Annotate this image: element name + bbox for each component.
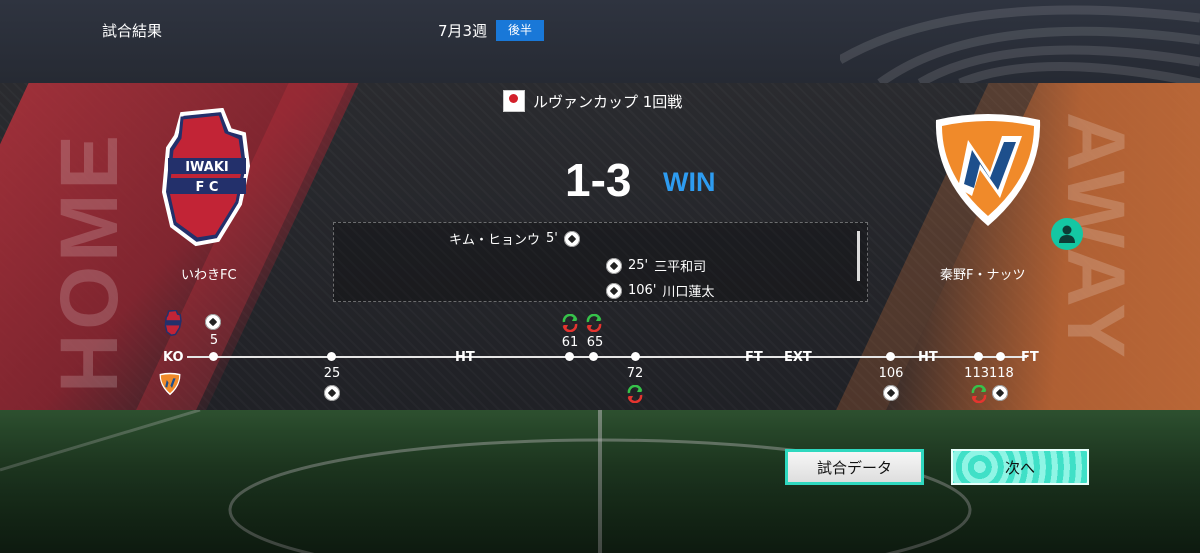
timeline-event-dot: [886, 352, 895, 361]
home-mini-crest: [164, 310, 182, 336]
away-event-minute: 25: [323, 366, 341, 381]
final-score: 1-3: [565, 154, 632, 206]
match-week: 7月3週: [438, 22, 488, 40]
substitution-icon: [562, 314, 578, 332]
home-event-minute: 5: [209, 333, 219, 348]
scorer-row: 106' 川口蓮太: [606, 281, 714, 300]
timeline-event-dot: [631, 352, 640, 361]
screen-title: 試合結果: [102, 22, 163, 40]
next-button[interactable]: 次へ: [951, 449, 1089, 485]
ball-icon: [606, 282, 622, 299]
substitution-icon: [971, 385, 987, 403]
scorer-minute: 106': [628, 283, 657, 298]
scorer-row: キム・ヒョンウ 5': [449, 229, 580, 248]
timeline-event-dot: [996, 352, 1005, 361]
scorer-minute: 5': [546, 231, 558, 246]
goal-ball-icon: [324, 385, 340, 401]
timeline-extra-halftime: HT: [918, 350, 938, 365]
scorer-name: キム・ヒョンウ: [449, 233, 541, 248]
scorers-panel: キム・ヒョンウ 5' 25' 三平和司 106' 川口蓮太: [333, 222, 868, 302]
timeline-halftime: HT: [455, 350, 475, 365]
competition-name: ルヴァンカップ 1回戦: [533, 92, 683, 111]
timeline-fulltime: FT: [745, 350, 763, 365]
away-mini-crest: [159, 372, 181, 396]
timeline-event-dot: [589, 352, 598, 361]
away-event-minute: 106: [878, 366, 904, 381]
scorer-name: 三平和司: [654, 260, 707, 275]
timeline-extra-fulltime: FT: [1021, 350, 1039, 365]
timeline-event-dot: [209, 352, 218, 361]
decorative-swirl: [840, 5, 1200, 83]
ball-icon: [606, 257, 622, 274]
away-team-name: 秦野F・ナッツ: [940, 268, 1026, 283]
timeline-kickoff: KO: [163, 350, 184, 365]
substitution-icon: [586, 314, 602, 332]
timeline-event-dot: [974, 352, 983, 361]
home-team-crest: IWAKI F C: [161, 108, 250, 247]
person-icon: [1059, 225, 1075, 243]
timeline-event-dot: [327, 352, 336, 361]
competition-title: ルヴァンカップ 1回戦: [503, 90, 682, 112]
away-team-crest: [935, 114, 1041, 226]
top-bar: [0, 0, 1200, 83]
home-team-name: いわきFC: [181, 268, 237, 283]
goal-ball-icon: [992, 385, 1008, 401]
goal-ball-icon: [205, 314, 221, 330]
scroll-indicator: [857, 231, 860, 281]
scorer-row: 25' 三平和司: [606, 256, 706, 275]
match-result: WIN: [663, 167, 716, 197]
timeline-event-dot: [565, 352, 574, 361]
substitution-icon: [627, 385, 643, 403]
cup-logo-icon: [503, 90, 525, 112]
timeline-line: [187, 356, 1027, 358]
timeline-extra-time: EXT: [784, 350, 812, 365]
away-event-minute: 72: [626, 366, 644, 381]
away-event-minute: 118: [989, 366, 1014, 381]
scorer-minute: 25': [628, 258, 649, 273]
ball-icon: [563, 230, 580, 247]
home-side-label: HOME: [44, 131, 135, 393]
crest-text-1: IWAKI: [185, 160, 229, 175]
match-data-button[interactable]: 試合データ: [785, 449, 924, 485]
scorer-name: 川口蓮太: [662, 285, 715, 300]
crest-text-2: F C: [196, 180, 219, 195]
goal-ball-icon: [883, 385, 899, 401]
manager-icon[interactable]: [1051, 218, 1083, 250]
half-badge: 後半: [496, 20, 544, 41]
away-event-minute: 113: [964, 366, 989, 381]
home-event-minute: 65: [586, 335, 604, 350]
